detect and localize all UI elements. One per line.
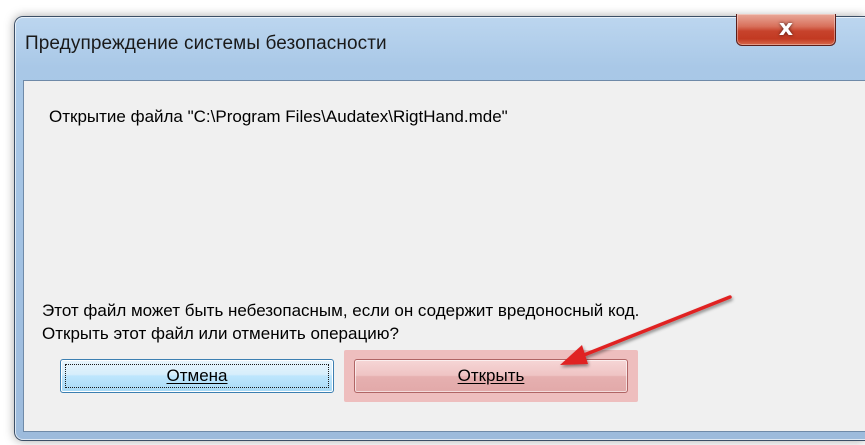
cancel-button-label: Отмена: [166, 366, 228, 385]
close-icon: x: [778, 16, 794, 41]
close-button[interactable]: x: [736, 14, 836, 46]
open-button-label: Открыть: [457, 366, 525, 385]
dialog-title: Предупреждение системы безопасности: [25, 33, 387, 54]
warning-line-2: Открыть этот файл или отменить операцию?: [42, 324, 399, 343]
cancel-button[interactable]: Отмена: [60, 359, 334, 393]
dialog-body: Открытие файла "C:\Program Files\Audatex…: [23, 80, 865, 432]
open-button[interactable]: Открыть: [354, 359, 628, 393]
file-path-text: Открытие файла "C:\Program Files\Audatex…: [49, 107, 508, 126]
warning-message: Этот файл может быть небезопасным, если …: [42, 299, 639, 345]
warning-line-1: Этот файл может быть небезопасным, если …: [42, 301, 640, 320]
